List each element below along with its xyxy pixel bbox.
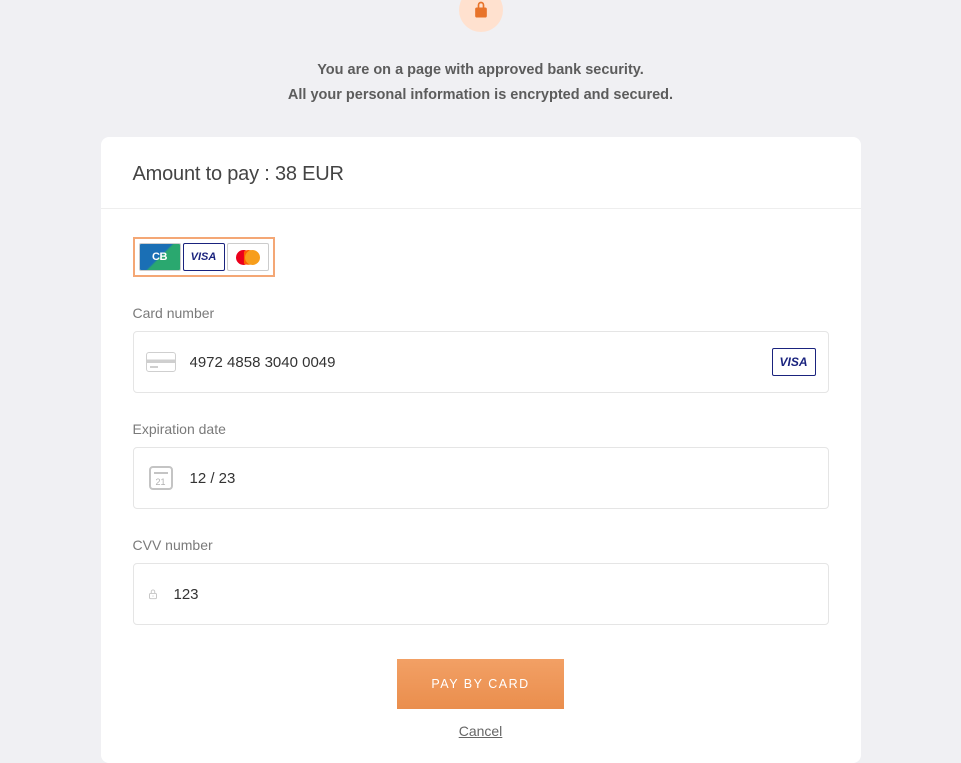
security-message: You are on a page with approved bank sec…	[288, 58, 673, 107]
payment-card-header: Amount to pay : 38 EUR	[101, 137, 861, 209]
payment-card-body: CB VISA Card number VISA Expiration date…	[101, 209, 861, 763]
cb-card-icon: CB	[139, 243, 181, 271]
security-line-1: You are on a page with approved bank sec…	[288, 58, 673, 83]
amount-label: Amount to pay :	[133, 163, 270, 185]
lock-small-icon	[146, 585, 160, 603]
security-line-2: All your personal information is encrypt…	[288, 83, 673, 108]
amount-value: 38 EUR	[275, 163, 344, 185]
security-lock-badge	[459, 0, 503, 32]
payment-actions: PAY BY CARD Cancel	[133, 659, 829, 739]
cancel-link[interactable]: Cancel	[459, 723, 503, 739]
mastercard-icon	[227, 243, 269, 271]
accepted-card-brands[interactable]: CB VISA	[133, 237, 275, 277]
cvv-input[interactable]	[174, 586, 816, 603]
detected-brand-visa-icon: VISA	[772, 348, 816, 376]
card-number-input[interactable]	[190, 354, 758, 371]
pay-by-card-button[interactable]: PAY BY CARD	[397, 659, 563, 709]
amount-to-pay: Amount to pay : 38 EUR	[133, 163, 829, 186]
visa-card-icon: VISA	[183, 243, 225, 271]
expiration-date-input[interactable]	[190, 470, 816, 487]
expiration-date-label: Expiration date	[133, 421, 829, 437]
payment-card: Amount to pay : 38 EUR CB VISA Card numb…	[101, 137, 861, 763]
cvv-row	[133, 563, 829, 625]
expiration-date-row: 21	[133, 447, 829, 509]
cvv-label: CVV number	[133, 537, 829, 553]
calendar-icon: 21	[146, 467, 176, 489]
card-number-row: VISA	[133, 331, 829, 393]
card-number-label: Card number	[133, 305, 829, 321]
lock-icon	[471, 0, 491, 20]
credit-card-icon	[146, 351, 176, 373]
